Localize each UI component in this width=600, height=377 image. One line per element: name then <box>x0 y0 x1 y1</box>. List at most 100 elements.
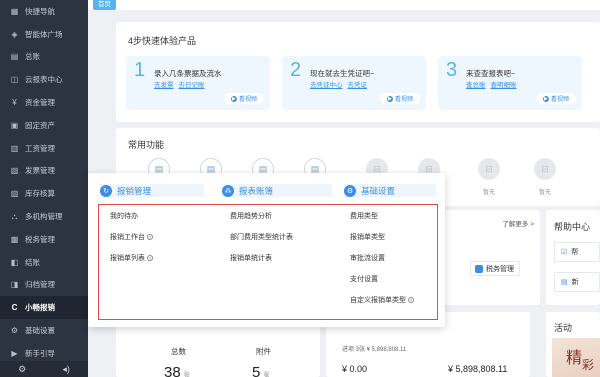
reimbursement-mega-menu: ↻ 报销管理 ⁂ 报表账簿 ⚙ 基础设置 我的待办 报销工作台? 报销单列表? 费用趋… <box>88 173 445 327</box>
watch-video-button[interactable]: ▶ 看视频 <box>380 93 420 104</box>
sidebar-item[interactable]: ▧ 发票管理 <box>0 160 88 183</box>
common-functions-title: 常用功能 <box>128 140 165 150</box>
sidebar-item[interactable]: ⛬ 多机构管理 <box>0 205 88 228</box>
tax-shortcut-label: 税务管理 <box>486 265 514 273</box>
sidebar-item-label: 基础设置 <box>25 326 55 336</box>
menu-group-header: ↻ 报销管理 <box>100 183 204 198</box>
menu-item[interactable]: 自定义报销单类型? <box>350 295 414 305</box>
step-link[interactable]: 去日记账 <box>179 82 205 89</box>
sidebar-item[interactable]: ◫ 云报表中心 <box>0 68 88 91</box>
collapse-icon[interactable]: ◂) <box>62 364 70 375</box>
activity-banner[interactable]: 精 彩 <box>552 338 600 377</box>
gear-icon[interactable]: ⚙ <box>18 364 26 375</box>
menu-item-label: 自定义报销单类型 <box>350 297 406 304</box>
inventory-icon: ▨ <box>10 189 19 199</box>
menu-item-label: 支付设置 <box>350 276 378 283</box>
total-value: 38 张 <box>164 364 190 377</box>
chart-icon: ◫ <box>10 75 19 85</box>
learn-more-link[interactable]: 了解更多 > <box>502 218 534 228</box>
play-icon: ▶ <box>386 95 393 102</box>
empty-function-icon: ⊟ <box>478 158 500 180</box>
quick-start-card: 4步快速体验产品 1 录入几条票据及流水 去发票 去日记账 ▶ 看视频 2 现在就去… <box>116 22 600 122</box>
sidebar-item-label: 税务管理 <box>25 234 55 244</box>
help-icon[interactable]: ? <box>408 297 414 303</box>
sidebar-item[interactable]: ◧ 结账 <box>0 251 88 274</box>
sidebar-item-label: 资金管理 <box>25 98 55 108</box>
sidebar-item-label: 库存核算 <box>25 189 55 199</box>
step-link[interactable]: 去凭证 <box>348 82 368 89</box>
sidebar-item[interactable]: ▩ 税务管理 <box>0 228 88 251</box>
sidebar-item[interactable]: ◨ 归档管理 <box>0 274 88 297</box>
play-icon: ▶ <box>542 95 549 102</box>
invoice-icon: ▧ <box>10 166 19 176</box>
empty-label: 暂无 <box>538 190 551 196</box>
menu-group-title: 报销管理 <box>117 185 152 196</box>
menu-item-label: 报销单列表 <box>110 255 145 262</box>
watch-video-button[interactable]: ▶ 看视频 <box>536 93 576 104</box>
sidebar-item[interactable]: ▦ 快捷导航 <box>0 0 88 23</box>
watch-video-button[interactable]: ▶ 看视频 <box>224 93 264 104</box>
sidebar-footer: ⚙ ◂) <box>0 361 88 377</box>
menu-item[interactable]: 报销工作台? <box>110 232 153 242</box>
menu-item[interactable]: 报销单列表? <box>110 253 153 263</box>
sidebar-item[interactable]: ▣ 固定资产 <box>0 114 88 137</box>
step-link[interactable]: 查总账 <box>466 82 486 89</box>
attachment-label: 附件 <box>256 347 271 356</box>
tax-icon: ▩ <box>10 234 19 244</box>
step-card-3: 3 来查查报表吧~ 查总账 查明细账 ▶ 看视频 <box>438 56 582 110</box>
sidebar-item-label: 总账 <box>25 52 40 62</box>
menu-item-label: 费用类型 <box>350 213 378 220</box>
checkout-icon: ◧ <box>10 257 19 267</box>
sidebar-item-label: 新手引导 <box>25 348 55 358</box>
menu-item[interactable]: 费用趋势分析 <box>230 211 272 221</box>
menu-item-label: 报销单类型 <box>350 234 385 241</box>
input-note: 进项 3张 ¥ 5,898,808.11 <box>342 347 407 353</box>
settings-icon: ⚙ <box>344 184 356 197</box>
help-icon[interactable]: ? <box>147 234 153 240</box>
doc-check-icon: ☑ <box>561 249 568 256</box>
sidebar-item[interactable]: ▥ 工资管理 <box>0 137 88 160</box>
activity-card: 活动 精 彩 <box>546 312 600 377</box>
help-icon[interactable]: ? <box>147 255 153 261</box>
menu-group-header: ⁂ 报表账簿 <box>222 183 332 198</box>
menu-item[interactable]: 部门费用类型统计表 <box>230 232 293 242</box>
sidebar-item[interactable]: ▤ 总账 <box>0 46 88 69</box>
help-item[interactable]: ▤ 新 <box>554 272 600 292</box>
banner-text: 彩 <box>582 358 595 372</box>
tab-home[interactable]: 首页 <box>93 0 116 10</box>
menu-item[interactable]: 报销单统计表 <box>230 253 272 263</box>
total-label: 总数 <box>171 347 186 356</box>
menu-group-title: 基础设置 <box>361 185 396 196</box>
menu-group-title: 报表账簿 <box>239 185 274 196</box>
menu-item[interactable]: 费用类型 <box>350 211 378 221</box>
sidebar-item-label: 发票管理 <box>25 166 55 176</box>
amount-right: ¥ 5,898,808.11 <box>448 364 508 374</box>
guide-icon: ▶ <box>11 348 18 358</box>
sidebar-item[interactable]: ⚙ 基础设置 <box>0 319 88 342</box>
tax-management-shortcut[interactable]: 税务管理 <box>470 261 520 276</box>
step-link[interactable]: 去发票 <box>154 82 174 89</box>
empty-label: 暂无 <box>482 190 495 196</box>
menu-item-label: 费用趋势分析 <box>230 213 272 220</box>
sidebar-item[interactable]: ◈ 智能体广场 <box>0 23 88 46</box>
sidebar-item[interactable]: ¥ 资金管理 <box>0 91 88 114</box>
menu-item[interactable]: 审批流设置 <box>350 253 385 263</box>
reimburse-icon: C <box>11 303 18 313</box>
sidebar-item[interactable]: ▨ 库存核算 <box>0 182 88 205</box>
menu-item-label: 报销工作台 <box>110 234 145 241</box>
doc-icon: ▤ <box>561 279 568 286</box>
step-link[interactable]: 查明细账 <box>491 82 517 89</box>
menu-item[interactable]: 报销单类型 <box>350 232 385 242</box>
step-link[interactable]: 去凭证中心 <box>310 82 343 89</box>
money-icon: ¥ <box>12 98 17 108</box>
grid-icon: ▦ <box>10 6 19 16</box>
menu-item[interactable]: 我的待办 <box>110 211 138 221</box>
sidebar-item[interactable]: C 小畅报销 <box>0 296 88 320</box>
menu-item[interactable]: 支付设置 <box>350 274 378 284</box>
sidebar-item-label: 多机构管理 <box>25 212 63 222</box>
play-icon: ▶ <box>230 95 237 102</box>
settings-icon: ⚙ <box>10 326 19 336</box>
sidebar-item-label: 智能体广场 <box>25 29 63 39</box>
help-item[interactable]: ☑ 帮 <box>554 242 600 262</box>
org-icon: ⛬ <box>11 211 18 221</box>
